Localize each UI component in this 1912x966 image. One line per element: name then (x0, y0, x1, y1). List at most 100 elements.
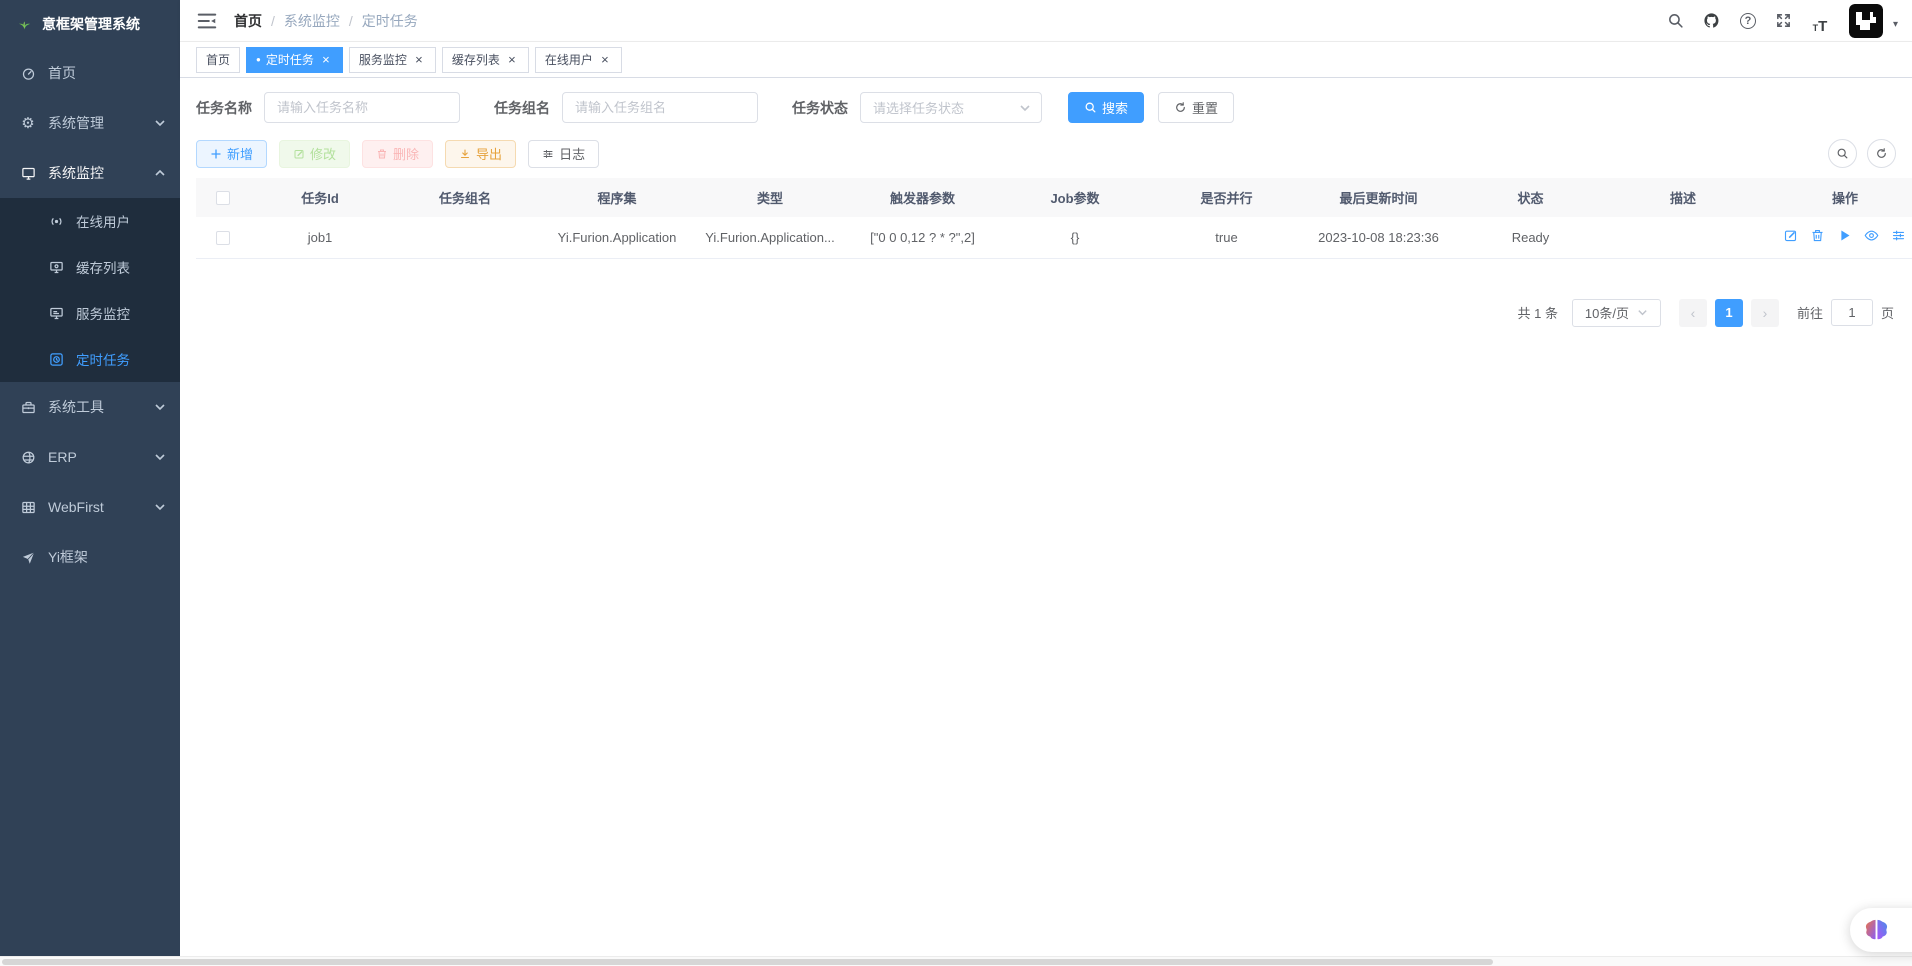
reset-button-label: 重置 (1192, 98, 1218, 117)
ai-assistant-button[interactable] (1850, 908, 1912, 952)
sidebar-item-scheduled-tasks[interactable]: 定时任务 (0, 336, 180, 382)
page-unit-label: 页 (1881, 303, 1894, 322)
breadcrumb-system-monitor[interactable]: 系统监控 (284, 11, 340, 31)
tab-cache-list[interactable]: 缓存列表 × (442, 47, 529, 73)
app-window: 意框架管理系统 首页 ⚙ 系统管理 系统监控 在线用户 (0, 0, 1912, 956)
page-number-1[interactable]: 1 (1715, 299, 1743, 327)
avatar-caret-down-icon[interactable]: ▾ (1893, 19, 1898, 30)
task-name-input[interactable] (264, 92, 460, 123)
sidebar-item-system-management[interactable]: ⚙ 系统管理 (0, 98, 180, 148)
row-run-icon[interactable] (1837, 228, 1853, 244)
breadcrumb: 首页 / 系统监控 / 定时任务 (234, 11, 418, 31)
tab-service-monitor[interactable]: 服务监控 × (349, 47, 436, 73)
next-icon: › (1763, 305, 1768, 321)
font-size-icon[interactable]: TT (1807, 8, 1833, 34)
sidebar-item-label: ERP (48, 449, 142, 465)
navbar-right: ? TT ▾ (1663, 4, 1898, 38)
row-checkbox[interactable] (216, 231, 230, 245)
sidebar-item-home[interactable]: 首页 (0, 48, 180, 98)
column-header: 任务Id (250, 178, 390, 217)
select-all-checkbox[interactable] (216, 191, 230, 205)
tab-label: 服务监控 (359, 51, 407, 68)
tab-scheduled-tasks[interactable]: ● 定时任务 × (246, 47, 343, 73)
font-size-big-t: T (1818, 19, 1827, 34)
search-button[interactable]: 搜索 (1068, 92, 1144, 123)
breadcrumb-home[interactable]: 首页 (234, 11, 262, 31)
row-edit-icon[interactable] (1783, 228, 1799, 244)
add-button[interactable]: 新增 (196, 140, 267, 168)
row-delete-icon[interactable] (1810, 228, 1826, 244)
tab-home[interactable]: 首页 (196, 47, 240, 73)
close-icon[interactable]: × (412, 53, 426, 67)
hamburger-icon[interactable] (196, 10, 218, 32)
column-header: 程序集 (540, 178, 694, 217)
refresh-icon (1174, 101, 1187, 114)
next-page-button[interactable]: › (1751, 299, 1779, 327)
cell-status: Ready (1455, 217, 1606, 258)
sidebar-item-system-monitor[interactable]: 系统监控 (0, 148, 180, 198)
tab-label: 首页 (206, 51, 230, 68)
fullscreen-icon[interactable] (1771, 8, 1797, 34)
edit-button[interactable]: 修改 (279, 140, 350, 168)
close-icon[interactable]: × (598, 53, 612, 67)
goto-page-input[interactable] (1831, 299, 1873, 326)
search-form: 任务名称 任务组名 任务状态 请选择任务状态 搜索 (196, 92, 1896, 123)
app-title: 意框架管理系统 (42, 14, 140, 34)
breadcrumb-separator: / (271, 13, 275, 29)
edit-button-label: 修改 (310, 144, 336, 163)
export-button[interactable]: 导出 (445, 140, 516, 168)
sidebar-item-label: 系统监控 (48, 163, 142, 183)
page-size-value: 10条/页 (1585, 303, 1629, 322)
row-more-icon[interactable] (1891, 228, 1907, 244)
search-toggle-button[interactable] (1828, 139, 1857, 168)
row-view-icon[interactable] (1864, 228, 1880, 244)
sidebar-item-system-tools[interactable]: 系统工具 (0, 382, 180, 432)
sidebar-item-cache-list[interactable]: 缓存列表 (0, 244, 180, 290)
pagination: 共 1 条 10条/页 ‹ 1 › 前往 页 (196, 299, 1896, 327)
goto-label: 前往 (1797, 303, 1823, 322)
sidebar-item-online-users[interactable]: 在线用户 (0, 198, 180, 244)
pagination-total: 共 1 条 (1518, 303, 1558, 322)
sidebar: 意框架管理系统 首页 ⚙ 系统管理 系统监控 在线用户 (0, 0, 180, 956)
chevron-down-icon (154, 451, 166, 463)
task-status-select[interactable]: 请选择任务状态 (860, 92, 1042, 123)
cell-last-update: 2023-10-08 18:23:36 (1302, 217, 1455, 258)
task-group-input[interactable] (562, 92, 758, 123)
sidebar-item-service-monitor[interactable]: 服务监控 (0, 290, 180, 336)
table-row[interactable]: job1 Yi.Furion.Application Yi.Furion.App… (196, 217, 1912, 258)
task-name-label: 任务名称 (196, 98, 252, 118)
avatar[interactable] (1849, 4, 1883, 38)
chevron-down-icon (154, 501, 166, 513)
delete-button[interactable]: 删除 (362, 140, 433, 168)
refresh-table-button[interactable] (1867, 139, 1896, 168)
sidebar-item-label: 缓存列表 (76, 257, 166, 277)
close-icon[interactable]: × (505, 53, 519, 67)
cell-assembly: Yi.Furion.Application (540, 217, 694, 258)
help-icon[interactable]: ? (1735, 8, 1761, 34)
search-button-label: 搜索 (1102, 98, 1128, 117)
scrollbar-thumb[interactable] (2, 959, 1493, 965)
search-icon[interactable] (1663, 8, 1689, 34)
sidebar-logo[interactable]: 意框架管理系统 (0, 0, 180, 48)
breadcrumb-separator: / (349, 13, 353, 29)
page-size-select[interactable]: 10条/页 (1572, 299, 1661, 327)
tab-label: 缓存列表 (452, 51, 500, 68)
tab-online-users[interactable]: 在线用户 × (535, 47, 622, 73)
toolbox-icon (20, 399, 36, 415)
breadcrumb-current: 定时任务 (362, 11, 418, 31)
chevron-down-icon (154, 117, 166, 129)
chevron-down-icon (1637, 307, 1648, 318)
log-button[interactable]: 日志 (528, 140, 599, 168)
close-icon[interactable]: × (319, 53, 333, 67)
reset-button[interactable]: 重置 (1158, 92, 1234, 123)
column-header: 类型 (694, 178, 846, 217)
chevron-down-icon (154, 401, 166, 413)
navbar: 首页 / 系统监控 / 定时任务 ? T (180, 0, 1912, 42)
sidebar-submenu-monitor: 在线用户 缓存列表 服务监控 定时任务 (0, 198, 180, 382)
prev-page-button[interactable]: ‹ (1679, 299, 1707, 327)
sidebar-item-erp[interactable]: ERP (0, 432, 180, 482)
sidebar-item-webfirst[interactable]: WebFirst (0, 482, 180, 532)
sidebar-item-yi-framework[interactable]: Yi框架 (0, 532, 180, 582)
github-icon[interactable] (1699, 8, 1725, 34)
tab-label: 在线用户 (545, 51, 593, 68)
